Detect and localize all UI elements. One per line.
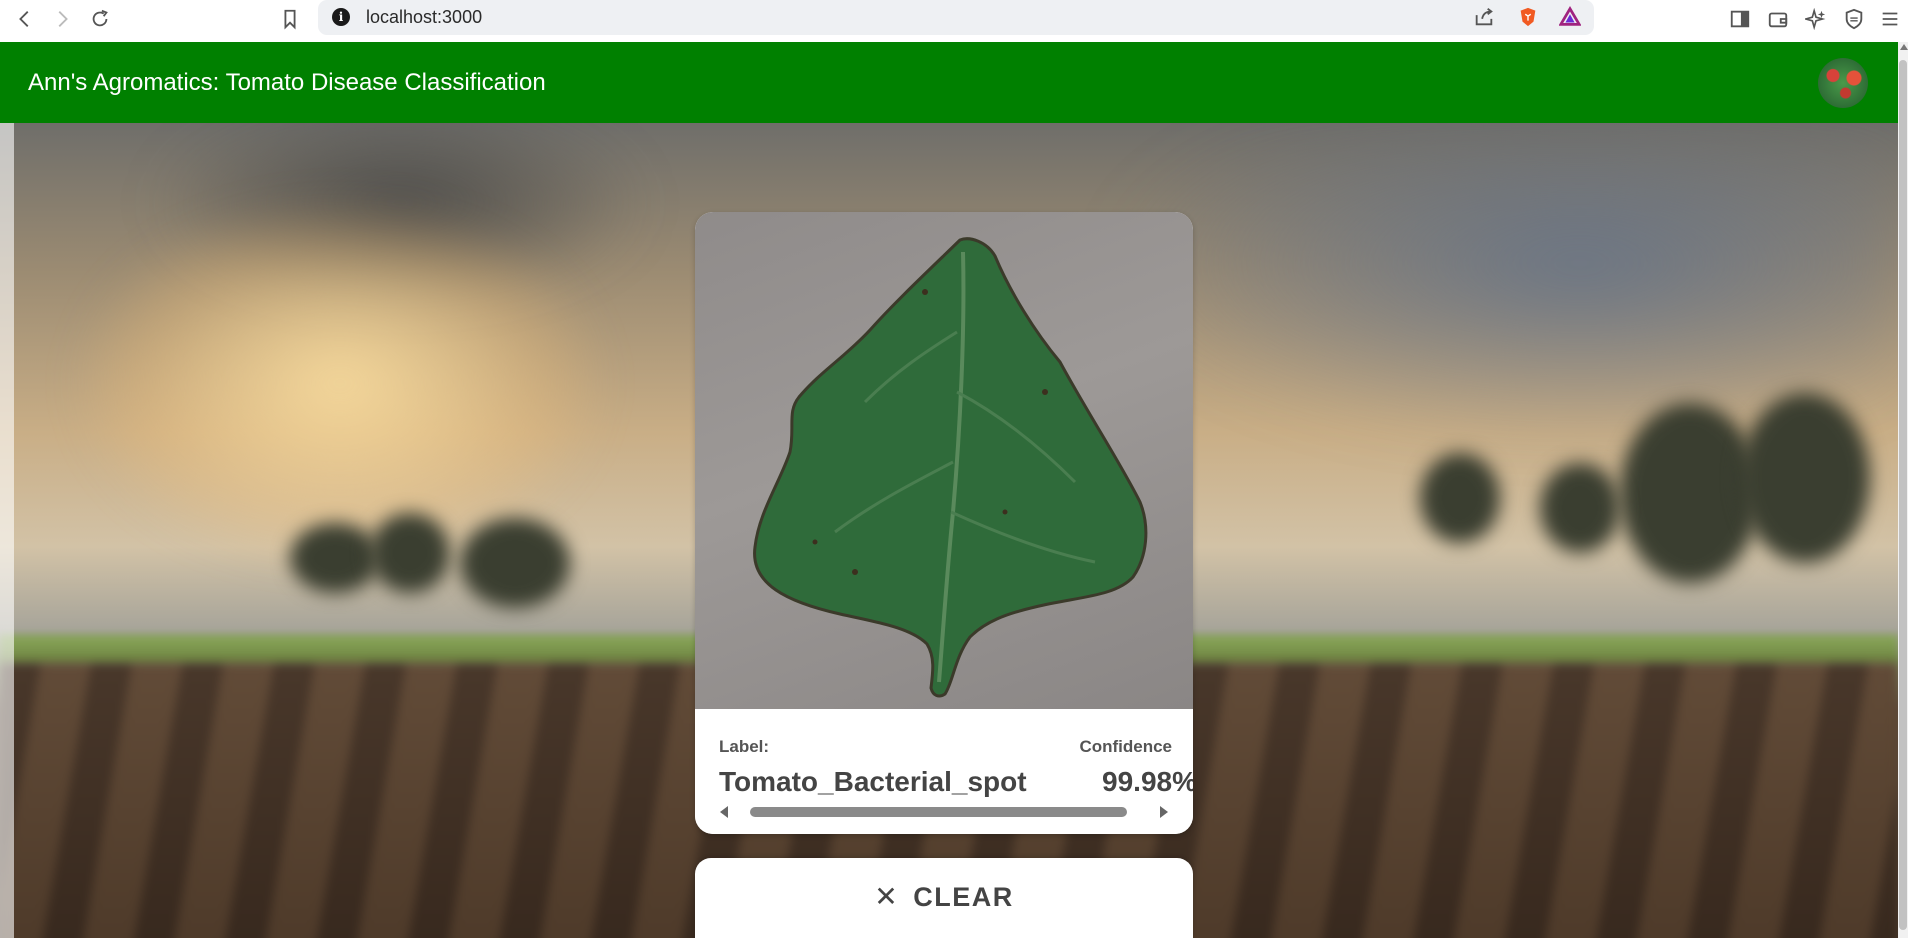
url-text[interactable]: localhost:3000 [366, 7, 482, 28]
close-icon: ✕ [874, 881, 900, 912]
forward-icon[interactable] [48, 5, 76, 33]
brave-shield-icon[interactable] [1514, 3, 1542, 31]
leo-ai-icon[interactable] [1802, 5, 1830, 33]
vpn-icon[interactable] [1840, 5, 1868, 33]
label-heading: Label: [719, 737, 770, 756]
reload-icon[interactable] [86, 5, 114, 33]
browser-toolbar: i localhost:3000 [0, 0, 1908, 42]
clear-button[interactable]: ✕ CLEAR [695, 858, 1193, 938]
confidence-heading: Confidence [1079, 737, 1172, 756]
confidence-value: 99.98% [1102, 766, 1193, 797]
scrollbar-thumb[interactable] [750, 807, 1127, 817]
scroll-right-arrow-icon[interactable] [1160, 806, 1168, 818]
wallet-icon[interactable] [1764, 5, 1792, 33]
bookmark-icon[interactable] [276, 5, 304, 33]
scroll-left-arrow-icon[interactable] [720, 806, 728, 818]
result-info: Label: Confidence Tomato_Bacterial_spot … [695, 709, 1193, 834]
avatar[interactable] [1818, 58, 1868, 108]
brave-rewards-icon[interactable] [1556, 3, 1584, 31]
menu-icon[interactable] [1876, 5, 1904, 33]
clear-label: CLEAR [913, 882, 1014, 912]
app-title: Ann's Agromatics: Tomato Disease Classif… [28, 69, 546, 96]
label-value: Tomato_Bacterial_spot [719, 766, 1027, 797]
share-icon[interactable] [1470, 3, 1498, 31]
back-icon[interactable] [11, 5, 39, 33]
leaf-image [695, 212, 1193, 709]
sidebar-icon[interactable] [1726, 5, 1754, 33]
horizontal-scrollbar[interactable] [750, 807, 1130, 817]
app-header: Ann's Agromatics: Tomato Disease Classif… [0, 42, 1898, 123]
result-card: Label: Confidence Tomato_Bacterial_spot … [695, 212, 1193, 834]
address-bar[interactable]: i localhost:3000 [318, 0, 1594, 35]
scroll-up-arrow-icon[interactable] [1900, 44, 1908, 50]
site-info-icon[interactable]: i [332, 8, 350, 26]
page-scrollbar-thumb[interactable] [1899, 60, 1907, 930]
